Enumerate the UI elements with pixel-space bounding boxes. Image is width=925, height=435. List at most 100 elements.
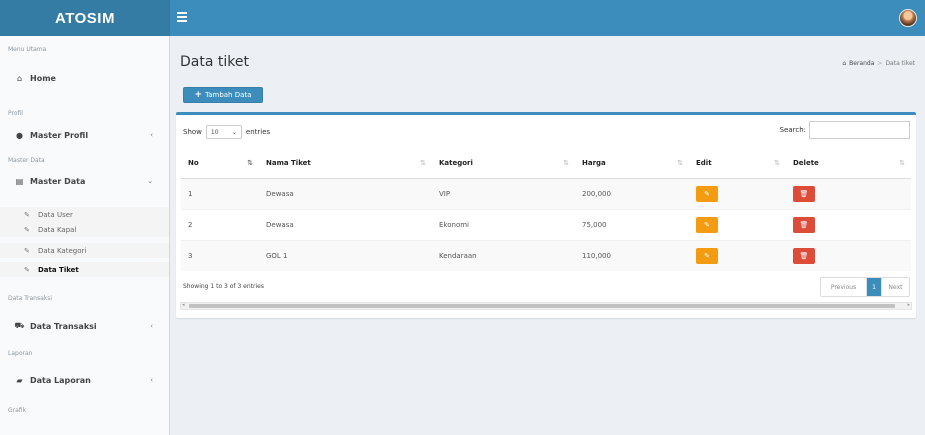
scrollbar-thumb[interactable] — [189, 304, 895, 308]
sidebar-item-label: Data Laporan — [30, 375, 91, 385]
sidebar-item-label: Master Profil — [30, 130, 89, 140]
chevron-down-icon: ⌄ — [147, 177, 153, 185]
user-avatar[interactable] — [899, 9, 917, 27]
search-input[interactable] — [809, 121, 910, 139]
sidebar-header-profil: Profil — [8, 110, 23, 117]
column-header-kategori[interactable]: Kategori ⇅ — [432, 149, 575, 179]
delete-button[interactable]: 🗑 — [793, 185, 815, 202]
chevron-left-icon: ‹ — [150, 322, 153, 330]
sidebar-subitem-data-kapal[interactable]: ✎ Data Kapal — [0, 222, 169, 237]
cell-kategori: VIP — [432, 177, 575, 209]
sort-icon: ⇅ — [677, 159, 683, 167]
table-header-row: No ⇅ Nama Tiket ⇅ Kategori ⇅ Harga ⇅ Edit ⇅ D… — [181, 149, 911, 179]
previous-page-button[interactable]: Previous — [821, 278, 867, 296]
column-header-no[interactable]: No ⇅ — [181, 149, 259, 179]
cell-harga: 200,000 — [575, 177, 689, 209]
cell-no: 3 — [181, 239, 259, 271]
sidebar-subitem-data-tiket[interactable]: ✎ Data Tiket — [0, 262, 169, 277]
edit-icon: ✎ — [24, 246, 30, 255]
sort-icon: ⇅ — [899, 159, 905, 167]
sidebar-header-menu: Menu Utama — [8, 46, 47, 53]
sort-asc-icon: ⇅ — [247, 159, 253, 167]
sort-icon: ⇅ — [420, 159, 426, 167]
page-1-button[interactable]: 1 — [867, 278, 881, 296]
sidebar-subitem-label: Data Kategori — [38, 246, 87, 255]
cell-harga: 75,000 — [575, 208, 689, 240]
cell-no: 2 — [181, 208, 259, 240]
table-search: Search: — [780, 121, 910, 139]
cell-nama-tiket: GOL 1 — [259, 239, 432, 271]
edit-button[interactable]: ✎ — [696, 247, 718, 264]
cell-kategori: Kendaraan — [432, 239, 575, 271]
add-data-button[interactable]: + Tambah Data — [183, 87, 263, 103]
sidebar-subitem-label: Data Tiket — [38, 265, 79, 274]
sidebar-item-master-profil[interactable]: ● Master Profil ‹ — [0, 124, 169, 146]
entries-select[interactable]: 10 ⌄ — [205, 125, 242, 139]
plus-icon: + — [194, 90, 203, 100]
sidebar-header-master: Master Data — [8, 157, 45, 164]
tickets-table: No ⇅ Nama Tiket ⇅ Kategori ⇅ Harga ⇅ Edit ⇅ D… — [181, 149, 911, 271]
cell-kategori: Ekonomi — [432, 208, 575, 240]
column-header-nama-tiket[interactable]: Nama Tiket ⇅ — [259, 149, 432, 179]
table-row: 2 Dewasa Ekonomi 75,000 ✎ 🗑 — [181, 208, 911, 240]
sidebar-item-master-data[interactable]: ▤ Master Data ⌄ — [0, 170, 169, 192]
scroll-right-icon[interactable]: ▸ — [907, 302, 910, 308]
show-label: Show — [183, 128, 202, 136]
delete-button[interactable]: 🗑 — [793, 247, 815, 264]
sidebar: Menu Utama ⌂ Home Profil ● Master Profil… — [0, 36, 170, 435]
cell-nama-tiket: Dewasa — [259, 208, 432, 240]
sidebar-item-label: Data Transaksi — [30, 321, 97, 331]
data-table-box: Show 10 ⌄ entries Search: No ⇅ Nama Tiket… — [176, 112, 916, 318]
column-header-harga[interactable]: Harga ⇅ — [575, 149, 689, 179]
page-title: Data tiket — [180, 54, 249, 70]
sidebar-subitem-label: Data Kapal — [38, 225, 77, 234]
cell-edit: ✎ — [689, 177, 786, 209]
edit-button[interactable]: ✎ — [696, 216, 718, 233]
cell-delete: 🗑 — [786, 208, 911, 240]
sidebar-item-data-laporan[interactable]: ▰ Data Laporan ‹ — [0, 369, 169, 391]
sidebar-header-transaksi: Data Transaksi — [8, 295, 53, 302]
dashboard-icon: ⌂ — [16, 73, 23, 83]
entries-length-control: Show 10 ⌄ entries — [183, 125, 270, 139]
breadcrumb-current: Data tiket — [885, 60, 915, 67]
column-header-edit[interactable]: Edit ⇅ — [689, 149, 786, 179]
book-icon: ▰ — [16, 375, 23, 385]
breadcrumb-separator: > — [877, 60, 883, 67]
sort-icon: ⇅ — [563, 159, 569, 167]
delete-button[interactable]: 🗑 — [793, 216, 815, 233]
breadcrumb-home-link[interactable]: Beranda — [849, 60, 874, 67]
sidebar-item-data-transaksi[interactable]: ⛟ Data Transaksi ‹ — [0, 315, 169, 337]
sidebar-item-label: Home — [30, 73, 56, 83]
top-navbar — [170, 0, 925, 36]
table-row: 3 GOL 1 Kendaraan 110,000 ✎ 🗑 — [181, 239, 911, 271]
sidebar-subitem-data-user[interactable]: ✎ Data User — [0, 207, 169, 222]
cell-edit: ✎ — [689, 208, 786, 240]
sidebar-item-label: Master Data — [30, 176, 86, 186]
sidebar-item-home[interactable]: ⌂ Home — [0, 67, 169, 89]
cell-nama-tiket: Dewasa — [259, 177, 432, 209]
search-label: Search: — [779, 126, 806, 134]
sidebar-header-grafik: Grafik — [8, 407, 27, 414]
cell-delete: 🗑 — [786, 239, 911, 271]
next-page-button[interactable]: Next — [881, 278, 909, 296]
sidebar-subitem-data-kategori[interactable]: ✎ Data Kategori — [0, 243, 169, 258]
sidebar-header-laporan: Laporan — [8, 350, 33, 357]
cell-harga: 110,000 — [575, 239, 689, 271]
edit-icon: ✎ — [24, 225, 30, 234]
chevron-down-icon: ⌄ — [231, 128, 237, 136]
column-header-delete[interactable]: Delete ⇅ — [786, 149, 911, 179]
add-data-label: Tambah Data — [205, 91, 252, 99]
chevron-left-icon: ‹ — [150, 376, 153, 384]
cell-edit: ✎ — [689, 239, 786, 271]
app-logo[interactable]: ATOSIM — [0, 0, 170, 36]
scroll-left-icon[interactable]: ◂ — [182, 302, 185, 308]
edit-button[interactable]: ✎ — [696, 185, 718, 202]
edit-icon: ✎ — [24, 210, 30, 219]
sidebar-toggle-icon[interactable] — [177, 12, 187, 22]
horizontal-scrollbar[interactable]: ◂ ▸ — [180, 302, 912, 310]
sort-icon: ⇅ — [774, 159, 780, 167]
breadcrumb: ⌂ Beranda > Data tiket — [842, 60, 915, 67]
cell-delete: 🗑 — [786, 177, 911, 209]
cell-no: 1 — [181, 177, 259, 209]
edit-icon: ✎ — [24, 265, 30, 274]
